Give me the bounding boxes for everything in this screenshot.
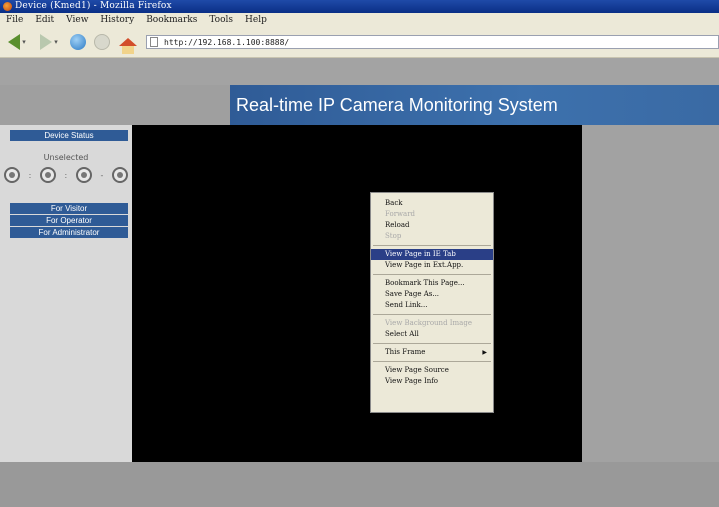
right-panel (582, 125, 719, 462)
firefox-icon (3, 2, 12, 11)
reload-icon (70, 34, 86, 50)
menu-item-send-link[interactable]: Send Link... (371, 300, 493, 311)
device-status-button[interactable]: Device Status (10, 130, 128, 141)
menu-item-save-page[interactable]: Save Page As... (371, 289, 493, 300)
menu-item-select-all[interactable]: Select All (371, 329, 493, 340)
forward-button[interactable]: ▾ (36, 32, 62, 52)
camera-selector: : : - (4, 165, 128, 185)
menu-item-reload[interactable]: Reload (371, 220, 493, 231)
menu-tools[interactable]: Tools (203, 15, 239, 25)
camera-icon[interactable] (39, 167, 56, 183)
context-menu: Back Forward Reload Stop View Page in IE… (370, 192, 494, 413)
stop-icon (94, 34, 110, 50)
stop-button[interactable] (92, 32, 112, 52)
dropdown-arrow-icon[interactable]: ▾ (54, 38, 58, 46)
menu-item-back[interactable]: Back (371, 198, 493, 209)
window-titlebar: Device (Kmed1) - Mozilla Firefox (0, 0, 719, 13)
back-arrow-icon (8, 34, 21, 50)
menu-item-view-source[interactable]: View Page Source (371, 365, 493, 376)
camera-icon[interactable] (75, 167, 92, 183)
menu-item-this-frame[interactable]: This Frame ▶ (371, 347, 493, 358)
menu-item-this-frame-label: This Frame (385, 348, 426, 356)
window-title: Device (Kmed1) - Mozilla Firefox (15, 1, 172, 11)
menu-item-stop: Stop (385, 232, 402, 240)
for-administrator-button[interactable]: For Administrator (10, 227, 128, 238)
menu-item-view-ie-tab[interactable]: View Page in IE Tab (371, 249, 493, 260)
forward-arrow-icon (40, 34, 53, 50)
camera-icon[interactable] (111, 167, 128, 183)
dropdown-arrow-icon[interactable]: ▾ (22, 38, 26, 46)
menu-item-view-ext-app[interactable]: View Page in Ext.App. (371, 260, 493, 271)
menu-bar: File Edit View History Bookmarks Tools H… (0, 13, 719, 27)
bottom-area (0, 462, 719, 507)
menu-edit[interactable]: Edit (29, 15, 60, 25)
header-left-block (0, 85, 230, 125)
reload-button[interactable] (68, 32, 88, 52)
menu-item-view-info[interactable]: View Page Info (371, 376, 493, 387)
video-display-area[interactable] (132, 125, 582, 462)
menu-bookmarks[interactable]: Bookmarks (140, 15, 203, 25)
home-button[interactable] (118, 32, 138, 54)
separator: : (28, 170, 32, 180)
for-visitor-button[interactable]: For Visitor (10, 203, 128, 214)
separator: : (64, 170, 68, 180)
menu-item-bookmark[interactable]: Bookmark This Page... (371, 278, 493, 289)
back-button[interactable]: ▾ (4, 32, 30, 52)
status-text: Unselected (43, 153, 89, 162)
home-icon (119, 38, 137, 54)
menu-separator (373, 274, 491, 275)
navigation-toolbar: ▾ ▾ http://192.168.1.100:8888/ (0, 27, 719, 58)
separator: - (100, 170, 104, 180)
for-operator-button[interactable]: For Operator (10, 215, 128, 226)
menu-item-forward: Forward (385, 210, 416, 218)
menu-item-view-background: View Background Image (385, 319, 472, 327)
menu-view[interactable]: View (60, 15, 94, 25)
menu-separator (373, 314, 491, 315)
sidebar: Device Status Unselected : : - For Visit… (0, 125, 132, 462)
toolbar-strip (0, 58, 719, 85)
address-bar[interactable]: http://192.168.1.100:8888/ (146, 35, 719, 49)
menu-file[interactable]: File (0, 15, 29, 25)
menu-history[interactable]: History (94, 15, 140, 25)
menu-separator (373, 343, 491, 344)
menu-help[interactable]: Help (239, 15, 273, 25)
page-icon (150, 37, 158, 47)
url-text: http://192.168.1.100:8888/ (164, 37, 290, 47)
camera-icon[interactable] (4, 167, 20, 183)
menu-separator (373, 245, 491, 246)
menu-separator (373, 361, 491, 362)
page-banner: Real-time IP Camera Monitoring System (230, 85, 719, 125)
submenu-arrow-icon: ▶ (482, 349, 487, 356)
